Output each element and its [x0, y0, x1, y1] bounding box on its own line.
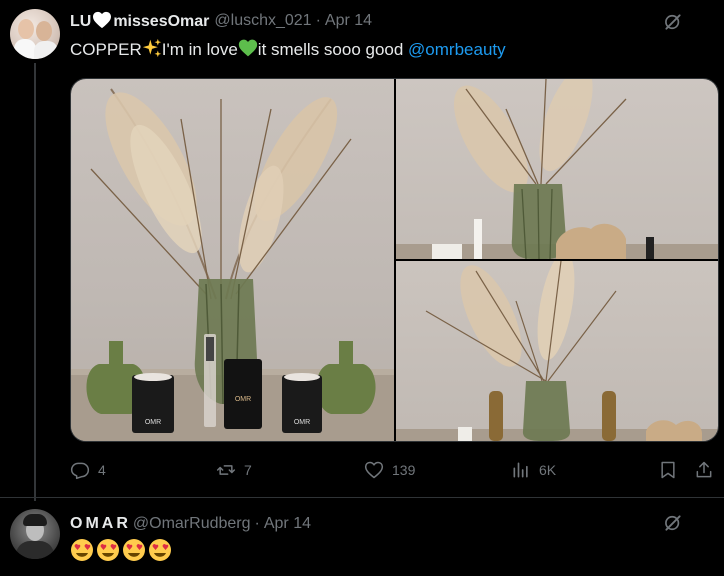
- views-count: 6K: [539, 462, 557, 478]
- avatar-figure: [34, 41, 58, 59]
- reply-button[interactable]: 4: [70, 455, 106, 485]
- heart-eyes-emoji-icon: [149, 539, 171, 561]
- views-button[interactable]: 6K: [511, 455, 556, 485]
- sparkles-emoji-icon: [142, 38, 161, 58]
- candle-label: OMR: [145, 419, 161, 426]
- author-name[interactable]: LU missesOmar: [70, 11, 209, 31]
- tweet-text-part: COPPER: [70, 40, 142, 59]
- media-image-main[interactable]: OMR OMR OMR: [71, 79, 394, 441]
- views-icon: [513, 462, 528, 478]
- tweet-divider: [0, 497, 724, 498]
- author-name-part: LU: [70, 13, 92, 30]
- reply-text: [70, 538, 172, 566]
- media-image-top-right[interactable]: [396, 79, 718, 259]
- candle-label: OMR: [294, 419, 310, 426]
- vase-photo-main: OMR OMR OMR: [71, 88, 394, 441]
- separator-dot: ·: [315, 12, 321, 29]
- media-image-bottom-right[interactable]: [396, 261, 718, 441]
- avatar-face: [18, 19, 34, 39]
- author-name-part: missesOmar: [113, 13, 210, 30]
- tweet-text-part: it smells sooo good: [257, 40, 409, 59]
- avatar-figure: [16, 541, 54, 559]
- mention-link[interactable]: @omrbeauty: [408, 40, 506, 59]
- reply-header: OMAR @OmarRudberg · Apr 14: [70, 513, 311, 535]
- avatar-hair: [23, 514, 47, 526]
- avatar-face: [36, 21, 52, 41]
- share-button[interactable]: [694, 455, 714, 485]
- author-avatar[interactable]: [10, 9, 60, 59]
- heart-eyes-emoji-icon: [97, 539, 119, 561]
- repost-count: 7: [244, 462, 252, 478]
- repost-icon: [216, 465, 236, 475]
- share-icon: [696, 461, 712, 478]
- grok-icon[interactable]: [663, 513, 683, 533]
- grok-icon[interactable]: [663, 12, 683, 32]
- vase-photo-top: [396, 79, 718, 259]
- vase-photo-bottom: [396, 261, 718, 441]
- like-count: 139: [392, 462, 416, 478]
- repost-button[interactable]: 7: [216, 455, 252, 485]
- like-button[interactable]: 139: [364, 455, 415, 485]
- avatar-figure: [14, 39, 36, 59]
- tweet-header: LU missesOmar @luschx_021 · Apr 14: [70, 10, 372, 32]
- heart-icon: [364, 461, 384, 479]
- tweet-media: OMR OMR OMR: [70, 78, 719, 442]
- reply-author-handle[interactable]: @OmarRudberg: [133, 515, 251, 533]
- reply-author-name[interactable]: OMAR: [70, 515, 131, 533]
- reply-date[interactable]: Apr 14: [264, 515, 311, 533]
- heart-eyes-emoji-icon: [123, 539, 145, 561]
- author-handle[interactable]: @luschx_021: [214, 12, 311, 30]
- box-label: OMR: [235, 396, 251, 403]
- tweet-actions: 4 7 139 6K: [70, 455, 719, 485]
- tweet-date[interactable]: Apr 14: [325, 12, 372, 30]
- tweet-text: COPPER I'm in love it smells sooo good @om…: [70, 38, 506, 62]
- green-heart-emoji-icon: [238, 39, 257, 57]
- separator-dot: ·: [254, 515, 260, 532]
- bookmark-button[interactable]: [658, 455, 678, 485]
- reply-count: 4: [98, 462, 106, 478]
- tweet-text-part: I'm in love: [161, 40, 238, 59]
- reply-icon: [70, 462, 90, 480]
- white-heart-emoji-icon: [93, 11, 112, 29]
- reply-author-avatar[interactable]: [10, 509, 60, 559]
- bookmark-icon: [661, 461, 675, 479]
- heart-eyes-emoji-icon: [71, 539, 93, 561]
- thread-line: [34, 63, 36, 501]
